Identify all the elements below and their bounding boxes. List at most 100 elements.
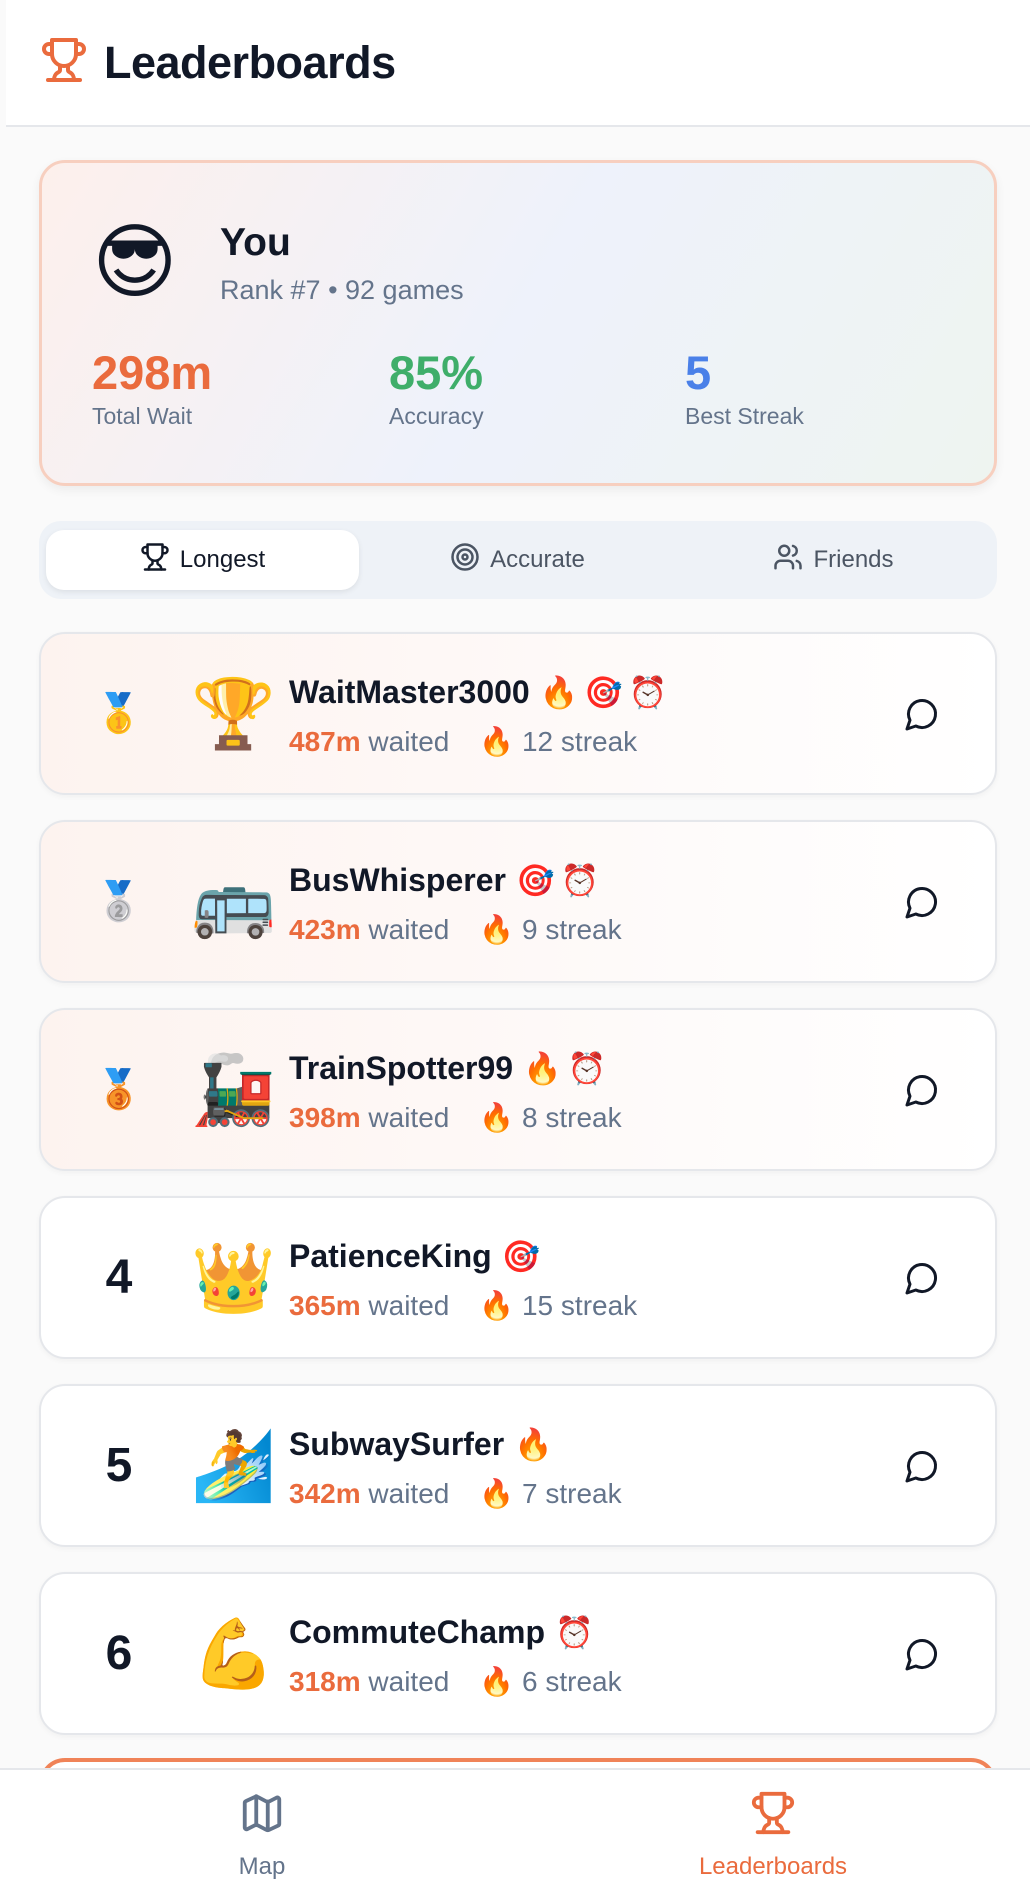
rank-number: 4 [79,1198,159,1357]
chat-icon[interactable] [904,1260,940,1296]
avatar: 👑 [191,1240,276,1316]
rank-text: 5 [105,1439,133,1492]
tab-label: Accurate [490,546,585,573]
stat-accuracy: 85% Accuracy [389,345,484,430]
wait-time: 318m [289,1666,361,1697]
nav-map[interactable]: Map [112,1770,412,1900]
stat-total-wait: 298m Total Wait [92,345,212,430]
nav-label: Map [238,1852,286,1880]
achievement-badges: ⏰ [555,1615,600,1650]
trophy-icon [140,542,170,579]
chat-icon[interactable] [904,1448,940,1484]
wait-time: 423m [289,914,361,945]
avatar: 🏆 [191,676,276,752]
gold-medal-icon: 🥇 [95,692,143,735]
stat-label: Total Wait [92,403,193,429]
achievement-badges: 🔥 [514,1427,559,1462]
player-name-text: TrainSpotter99 [289,1050,514,1086]
achievement-badges: 🔥🎯⏰ [539,675,674,710]
waited-label: waited [368,1666,450,1697]
player-name: TrainSpotter99 🔥⏰ [289,1050,612,1087]
player-name-text: CommuteChamp [289,1614,546,1650]
streak-count: 🔥 12 streak [479,726,638,757]
rank-number: 6 [79,1574,159,1733]
chat-icon[interactable] [904,884,940,920]
users-icon [773,542,803,579]
waited-label: waited [368,1290,450,1321]
chat-icon[interactable] [904,1072,940,1108]
wait-time: 365m [289,1290,361,1321]
my-profile-card: 😎 You Rank #7 • 92 games 298m Total Wait… [39,160,997,486]
streak-count: 🔥 7 streak [479,1478,622,1509]
leaderboard-row[interactable]: 4 👑 PatienceKing 🎯 365m waited 🔥 15 streak [39,1196,997,1359]
avatar: 🏄 [191,1428,276,1504]
streak-count: 🔥 8 streak [479,1102,622,1133]
avatar: 😎 [92,217,178,308]
player-name-text: BusWhisperer [289,862,506,898]
tab-label: Longest [179,546,266,573]
wait-time: 398m [289,1102,361,1133]
player-stats: 423m waited 🔥 9 streak [289,913,622,946]
waited-label: waited [368,1478,450,1509]
stat-value: 5 [685,346,712,399]
wait-time: 487m [289,726,361,757]
leaderboard-row[interactable]: 6 💪 CommuteChamp ⏰ 318m waited 🔥 6 streak [39,1572,997,1735]
streak-count: 🔥 9 streak [479,914,622,945]
player-stats: 365m waited 🔥 15 streak [289,1289,637,1322]
achievement-badges: 🔥⏰ [523,1051,613,1086]
rank-number: 5 [79,1386,159,1545]
chat-icon[interactable] [904,1636,940,1672]
stat-label: Best Streak [685,403,804,429]
player-stats: 487m waited 🔥 12 streak [289,725,637,758]
waited-label: waited [368,914,450,945]
rank-text: 6 [105,1627,133,1680]
player-stats: 342m waited 🔥 7 streak [289,1477,622,1510]
waited-label: waited [368,726,450,757]
chat-icon[interactable] [904,696,940,732]
rank-text: 4 [105,1251,133,1304]
leaderboard-row[interactable]: 5 🏄 SubwaySurfer 🔥 342m waited 🔥 7 streak [39,1384,997,1547]
streak-count: 🔥 15 streak [479,1290,638,1321]
wait-time: 342m [289,1478,361,1509]
rank-medal: 🥇 [79,634,159,793]
map-icon [239,1790,285,1843]
tab-accurate[interactable]: Accurate [361,530,674,590]
page-title: Leaderboards [104,36,396,88]
player-stats: 398m waited 🔥 8 streak [289,1101,622,1134]
waited-label: waited [368,1102,450,1133]
leaderboard-tabs: Longest Accurate Friends [39,521,997,599]
streak-count: 🔥 6 streak [479,1666,622,1697]
rank-medal: 🥈 [79,822,159,981]
avatar: 🚂 [191,1052,276,1128]
player-name-text: WaitMaster3000 [289,674,530,710]
stat-label: Accuracy [389,403,484,429]
trophy-icon [750,1790,796,1843]
tab-longest[interactable]: Longest [46,530,359,590]
player-name: PatienceKing 🎯 [289,1238,546,1275]
leaderboard-row[interactable]: 🥇 🏆 WaitMaster3000 🔥🎯⏰ 487m waited 🔥 12 st… [39,632,997,795]
nav-label: Leaderboards [698,1852,848,1880]
tab-friends[interactable]: Friends [677,530,990,590]
trophy-icon [40,36,88,89]
avatar: 🚌 [191,864,276,940]
header: Leaderboards [6,0,1030,127]
nav-leaderboards[interactable]: Leaderboards [623,1770,923,1900]
leaderboard-row[interactable]: 🥉 🚂 TrainSpotter99 🔥⏰ 398m waited 🔥 8 stre… [39,1008,997,1171]
player-name: CommuteChamp ⏰ [289,1614,600,1651]
stat-value: 85% [389,346,484,399]
leaderboard-row[interactable]: 🥈 🚌 BusWhisperer 🎯⏰ 423m waited 🔥 9 streak [39,820,997,983]
player-name: SubwaySurfer 🔥 [289,1426,559,1463]
player-name: WaitMaster3000 🔥🎯⏰ [289,674,674,711]
player-stats: 318m waited 🔥 6 streak [289,1665,622,1698]
target-icon [450,542,480,579]
player-name-text: SubwaySurfer [289,1426,505,1462]
silver-medal-icon: 🥈 [95,880,143,923]
profile-name: You [220,221,291,264]
player-name-text: PatienceKing [289,1238,492,1274]
bronze-medal-icon: 🥉 [95,1068,143,1111]
app: Leaderboards 😎 You Rank #7 • 92 games 29… [0,0,1030,1900]
stat-best-streak: 5 Best Streak [685,345,804,430]
player-name: BusWhisperer 🎯⏰ [289,862,605,899]
tab-label: Friends [813,546,894,573]
stat-value: 298m [92,346,213,399]
